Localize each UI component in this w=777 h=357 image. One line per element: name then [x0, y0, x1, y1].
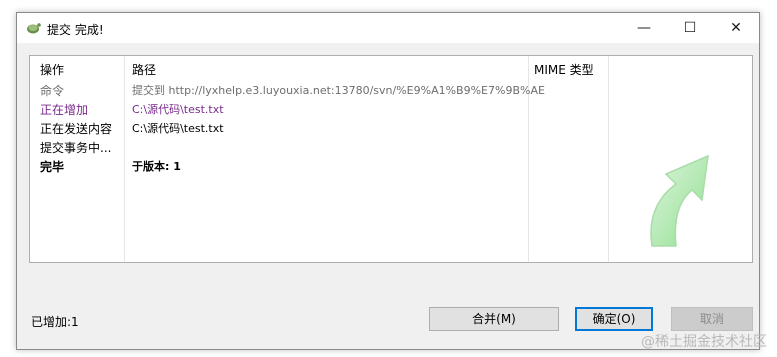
row-action: 完毕 — [40, 160, 65, 174]
column-separator[interactable] — [608, 56, 609, 262]
merge-button[interactable]: 合并(M) — [429, 307, 559, 331]
row-action: 提交事务中... — [40, 141, 112, 155]
window-title: 提交 完成! — [47, 23, 104, 37]
close-button[interactable]: ✕ — [713, 13, 759, 43]
watermark: @稀土掘金技术社区 — [641, 334, 767, 350]
row-path: C:\源代码\test.txt — [132, 103, 224, 116]
green-curved-arrow-icon — [650, 154, 709, 247]
column-separator[interactable] — [124, 56, 125, 262]
row-action: 命令 — [40, 84, 65, 98]
column-header-action[interactable]: 操作 — [40, 61, 64, 78]
column-header-mime[interactable]: MIME 类型 — [534, 61, 594, 78]
row-path: 提交到 http://lyxhelp.e3.luyouxia.net:13780… — [132, 84, 545, 97]
commit-log-list[interactable]: 操作 路径 MIME 类型 命令 提交到 http://lyxhelp.e3.l… — [29, 55, 753, 263]
row-action: 正在增加 — [40, 103, 89, 117]
row-path: 于版本: 1 — [132, 160, 181, 173]
status-added-count: 已增加:1 — [31, 315, 79, 329]
cancel-button[interactable]: 取消 — [671, 307, 753, 331]
column-header-path[interactable]: 路径 — [132, 61, 156, 78]
title-bar[interactable]: 提交 完成! — ☐ ✕ — [17, 13, 759, 43]
minimize-button[interactable]: — — [621, 13, 667, 43]
maximize-button[interactable]: ☐ — [667, 13, 713, 43]
commit-dialog: 提交 完成! — ☐ ✕ 操作 路径 MIME 类型 命令 提交到 http:/… — [16, 12, 760, 350]
row-action: 正在发送内容 — [40, 122, 113, 136]
row-path: C:\源代码\test.txt — [132, 122, 224, 135]
tortoisesvn-icon — [27, 23, 41, 34]
ok-button[interactable]: 确定(O) — [575, 307, 653, 331]
